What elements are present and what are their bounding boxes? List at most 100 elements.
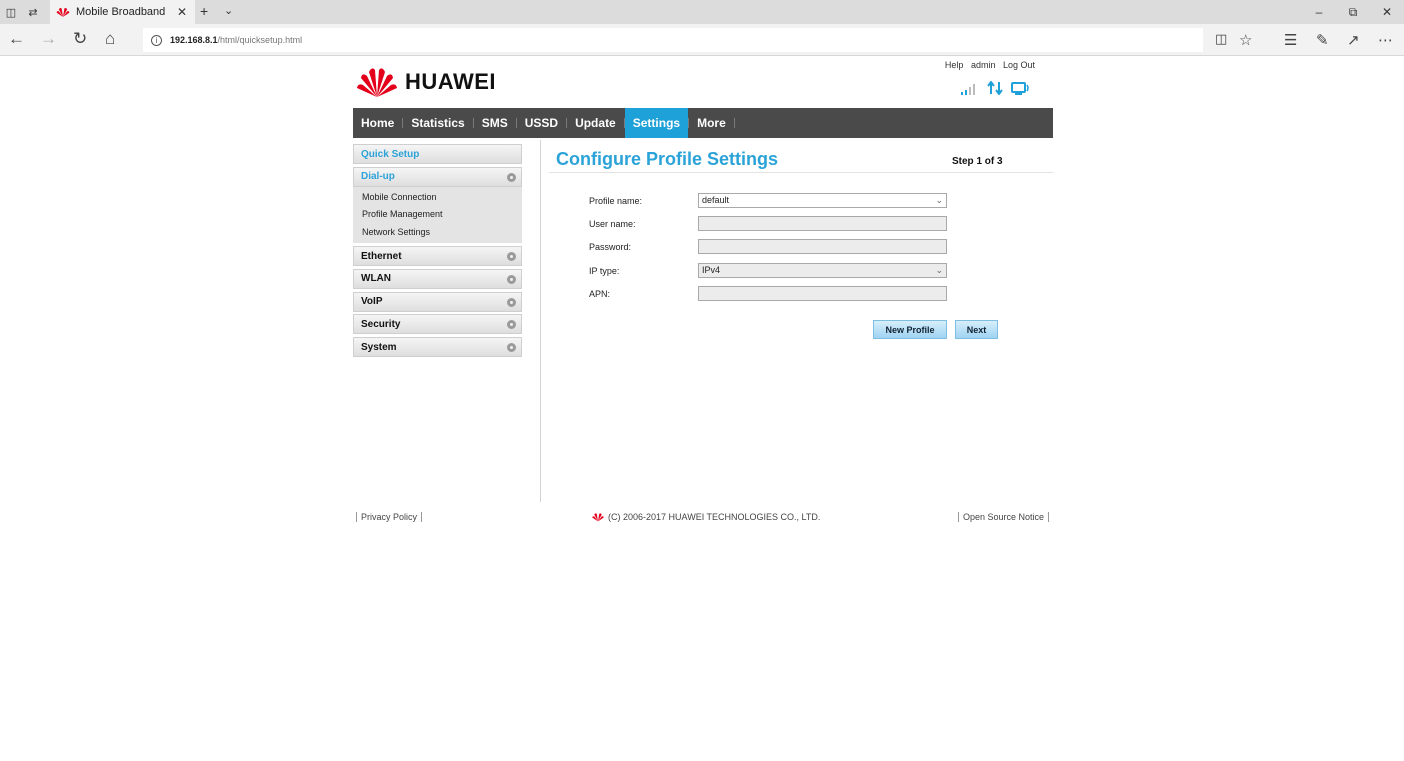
chevron-down-icon: ⌄: [935, 265, 943, 275]
header-links: Help admin Log Out: [940, 60, 1035, 70]
user-name-label: User name:: [589, 219, 636, 229]
nav-separator: [733, 118, 735, 128]
privacy-policy-link[interactable]: Privacy Policy: [356, 512, 423, 522]
main-nav: Home Statistics SMS USSD Update Settings…: [353, 108, 1053, 138]
close-tab-icon[interactable]: ✕: [177, 5, 187, 19]
sidebar-item-ethernet[interactable]: Ethernet: [353, 246, 522, 267]
expand-icon: [507, 297, 516, 307]
settings-sidebar: Quick Setup Dial-up Mobile Connection Pr…: [353, 144, 522, 360]
step-indicator: Step 1 of 3: [952, 156, 1003, 167]
chevron-down-icon[interactable]: ⌄: [224, 4, 233, 17]
admin-link[interactable]: admin: [971, 60, 996, 70]
chevron-down-icon: ⌄: [935, 195, 943, 205]
page-title: Configure Profile Settings: [556, 149, 779, 169]
title-divider: [549, 172, 1053, 173]
browser-tab-bar: ◫ ⇄ Mobile Broadband ✕ + ⌄ – ⧉ ✕: [0, 0, 1404, 24]
restore-icon[interactable]: ⧉: [1336, 0, 1370, 24]
sidebar-item-label: Quick Setup: [361, 148, 420, 160]
sidebar-item-quick-setup[interactable]: Quick Setup: [353, 144, 522, 164]
back-icon[interactable]: ←: [8, 30, 25, 48]
sidebar-item-label: Ethernet: [361, 250, 402, 262]
forward-icon[interactable]: →: [40, 30, 57, 48]
nav-settings[interactable]: Settings: [624, 108, 689, 138]
ip-type-label: IP type:: [589, 266, 620, 276]
new-tab-icon[interactable]: +: [200, 3, 208, 19]
nav-home[interactable]: Home: [353, 108, 402, 138]
favorite-star-icon[interactable]: ☆: [1239, 31, 1252, 49]
minimize-icon[interactable]: –: [1302, 0, 1336, 24]
nav-statistics[interactable]: Statistics: [403, 108, 472, 138]
connected-device-icon: [1011, 82, 1029, 95]
open-source-notice-link[interactable]: Open Source Notice: [957, 512, 1049, 522]
logout-link[interactable]: Log Out: [1003, 60, 1035, 70]
huawei-logo[interactable]: HUAWEI: [357, 66, 496, 98]
more-options-icon[interactable]: ⋯: [1378, 31, 1393, 49]
apn-input[interactable]: [698, 286, 947, 301]
home-icon[interactable]: ⌂: [105, 30, 115, 48]
ip-type-row: IP type: IPv4 ⌄: [589, 263, 949, 279]
page-footer: Privacy Policy (C) 2006-2017 HUAWEI TECH…: [353, 512, 1053, 524]
brand-name: HUAWEI: [405, 69, 496, 94]
sidebar-item-label: Dial-up: [361, 171, 395, 183]
apn-label: APN:: [589, 289, 611, 299]
apn-row: APN:: [589, 286, 949, 302]
close-window-icon[interactable]: ✕: [1370, 0, 1404, 24]
expand-icon: [507, 274, 516, 284]
tab-actions-icon[interactable]: ◫: [0, 0, 22, 24]
expand-icon: [507, 252, 516, 262]
data-transfer-icon: [987, 81, 1003, 95]
password-row: Password:: [589, 239, 949, 255]
sidebar-item-system[interactable]: System: [353, 337, 522, 358]
pen-icon[interactable]: ✎: [1316, 31, 1329, 49]
copyright: (C) 2006-2017 HUAWEI TECHNOLOGIES CO., L…: [591, 512, 820, 522]
profile-name-value: default: [702, 195, 730, 205]
nav-sms[interactable]: SMS: [474, 108, 516, 138]
profile-name-row: Profile name: default ⌄: [589, 193, 949, 209]
new-profile-button[interactable]: New Profile: [873, 320, 947, 339]
sidebar-subitem-network-settings[interactable]: Network Settings: [353, 224, 522, 242]
nav-more[interactable]: More: [689, 108, 734, 138]
password-input[interactable]: [698, 239, 947, 254]
sidebar-item-voip[interactable]: VoIP: [353, 291, 522, 312]
next-button[interactable]: Next: [955, 320, 998, 339]
profile-name-select[interactable]: default ⌄: [698, 193, 947, 208]
user-name-input[interactable]: [698, 216, 947, 231]
vertical-divider: [540, 140, 541, 502]
copyright-text: (C) 2006-2017 HUAWEI TECHNOLOGIES CO., L…: [608, 512, 821, 522]
expand-icon: [507, 343, 516, 353]
huawei-favicon-icon: [56, 7, 70, 17]
huawei-logo-icon: [357, 68, 397, 97]
address-bar[interactable]: i 192.168.8.1/html/quicksetup.html: [143, 28, 1203, 52]
sidebar-subitem-profile-management[interactable]: Profile Management: [353, 206, 522, 224]
sidebar-item-wlan[interactable]: WLAN: [353, 268, 522, 289]
reading-view-icon[interactable]: ◫: [1215, 31, 1227, 47]
ip-type-select[interactable]: IPv4 ⌄: [698, 263, 947, 278]
signal-strength-icon: [961, 84, 975, 95]
sidebar-item-label: System: [361, 341, 397, 353]
nav-update[interactable]: Update: [567, 108, 624, 138]
expand-icon: [507, 320, 516, 330]
tab-title: Mobile Broadband: [76, 6, 166, 18]
browser-tab[interactable]: Mobile Broadband ✕: [50, 0, 195, 24]
sidebar-item-security[interactable]: Security: [353, 314, 522, 335]
browser-toolbar: ← → ↻ ⌂ i 192.168.8.1/html/quicksetup.ht…: [0, 24, 1404, 56]
sidebar-item-dialup[interactable]: Dial-up: [353, 166, 522, 187]
help-link[interactable]: Help: [945, 60, 964, 70]
share-icon[interactable]: ↗: [1347, 31, 1360, 49]
sidebar-item-label: WLAN: [361, 273, 391, 285]
set-tabs-aside-icon[interactable]: ⇄: [22, 0, 44, 24]
sidebar-item-label: Security: [361, 318, 401, 330]
dialup-submenu: Mobile Connection Profile Management Net…: [353, 186, 522, 244]
nav-ussd[interactable]: USSD: [517, 108, 566, 138]
collapse-icon: [507, 172, 516, 182]
status-icons: [961, 81, 1031, 95]
url-host: 192.168.8.1: [170, 35, 218, 45]
huawei-small-logo-icon: [592, 513, 604, 522]
sidebar-item-label: VoIP: [361, 296, 383, 308]
password-label: Password:: [589, 242, 632, 252]
favorites-list-icon[interactable]: ☰: [1284, 31, 1297, 49]
url-path: /html/quicksetup.html: [217, 35, 303, 45]
sidebar-subitem-mobile-connection[interactable]: Mobile Connection: [353, 189, 522, 207]
info-icon[interactable]: i: [151, 34, 162, 46]
refresh-icon[interactable]: ↻: [73, 30, 87, 48]
